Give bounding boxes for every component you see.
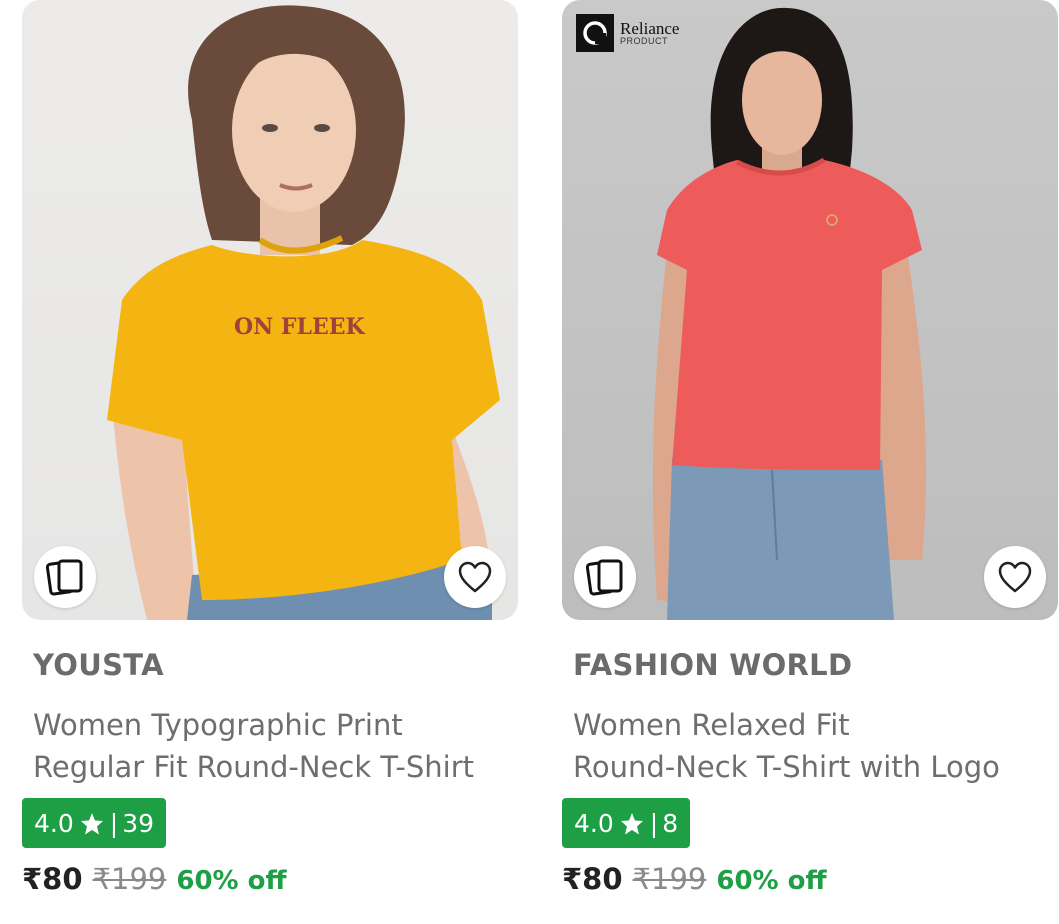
product-photo: ON FLEEK	[107, 5, 500, 620]
discount-label: 60% off	[176, 866, 287, 896]
product-title[interactable]: Women Typographic Print Regular Fit Roun…	[33, 704, 523, 788]
product-photo	[652, 7, 927, 620]
product-card[interactable]: Reliance PRODUCT FASHION WORLD Women Rel…	[562, 0, 1058, 896]
product-title-line2: Round-Neck T-Shirt with Logo	[573, 750, 1000, 784]
compare-cards-icon	[585, 559, 623, 596]
star-icon	[620, 812, 644, 835]
heart-outline-icon	[458, 561, 492, 593]
product-image[interactable]: Reliance PRODUCT	[562, 0, 1058, 620]
wishlist-button[interactable]	[444, 546, 506, 608]
product-brand: YOUSTA	[33, 648, 164, 682]
product-brand: FASHION WORLD	[573, 648, 853, 682]
product-card[interactable]: ON FLEEK YOUSTA Women Typographic Print …	[22, 0, 518, 896]
rating-value: 4.0	[574, 808, 614, 838]
rating-value: 4.0	[34, 808, 74, 838]
rating-separator: |	[109, 808, 119, 838]
product-title[interactable]: Women Relaxed Fit Round-Neck T-Shirt wit…	[573, 704, 1059, 788]
original-price: ₹199	[92, 862, 167, 896]
selling-price: ₹80	[562, 862, 623, 896]
discount-label: 60% off	[716, 866, 827, 896]
compare-button[interactable]	[34, 546, 96, 608]
rating-badge: 4.0 | 39	[22, 798, 167, 848]
product-title-line1: Women Typographic Print	[33, 708, 403, 742]
product-grid: ON FLEEK YOUSTA Women Typographic Print …	[0, 0, 1059, 924]
compare-button[interactable]	[574, 546, 636, 608]
price-row: ₹80 ₹199 60% off	[22, 862, 287, 896]
review-count: 8	[662, 808, 679, 838]
rating-separator: |	[649, 808, 659, 838]
product-title-line1: Women Relaxed Fit	[573, 708, 850, 742]
rating-badge: 4.0 | 8	[562, 798, 691, 848]
review-count: 39	[122, 808, 155, 838]
product-image[interactable]: ON FLEEK	[22, 0, 518, 620]
reliance-logo-icon	[576, 14, 614, 52]
selling-price: ₹80	[22, 862, 83, 896]
compare-cards-icon	[45, 559, 83, 596]
badge-line2: PRODUCT	[620, 36, 668, 46]
star-icon	[80, 812, 104, 835]
original-price: ₹199	[632, 862, 707, 896]
reliance-badge: Reliance PRODUCT	[576, 14, 679, 52]
badge-line1: Reliance	[620, 19, 680, 38]
print-text: ON FLEEK	[234, 314, 366, 340]
product-title-line2: Regular Fit Round-Neck T-Shirt	[33, 750, 475, 784]
heart-outline-icon	[998, 561, 1032, 593]
price-row: ₹80 ₹199 60% off	[562, 862, 827, 896]
wishlist-button[interactable]	[984, 546, 1046, 608]
